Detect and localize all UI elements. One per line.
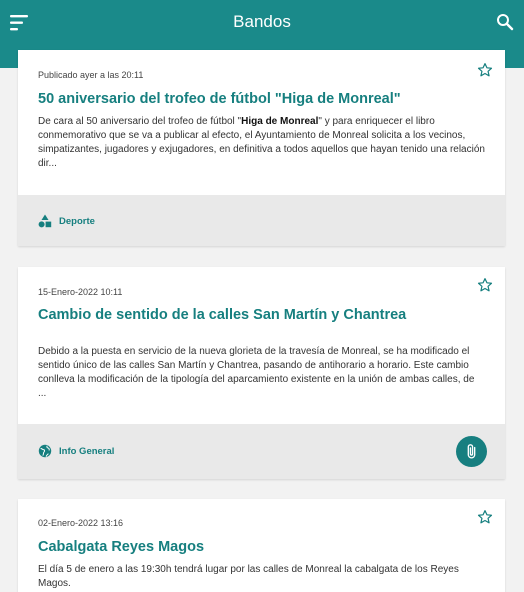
- category-label: Info General: [59, 445, 115, 457]
- star-icon[interactable]: [477, 509, 493, 525]
- card-body: El día 5 de enero a las 19:30h tendrá lu…: [38, 564, 459, 589]
- globe-icon: [38, 444, 52, 458]
- paperclip-icon: [467, 444, 476, 459]
- card-date: 02-Enero-2022 13:16: [38, 518, 124, 528]
- card-date: 15-Enero-2022 10:11: [38, 287, 123, 297]
- category-tag[interactable]: Info General: [38, 444, 114, 458]
- bando-card[interactable]: 15-Enero-2022 10:11 Cambio de sentido de…: [18, 267, 505, 479]
- card-body: Debido a la puesta en servicio de la nue…: [38, 346, 475, 399]
- attachment-button[interactable]: [456, 436, 487, 467]
- category-label: Deporte: [59, 215, 95, 227]
- shapes-icon: [38, 214, 52, 228]
- star-icon[interactable]: [477, 62, 493, 78]
- card-title[interactable]: 50 aniversario del trofeo de fútbol "Hig…: [38, 91, 485, 107]
- card-title[interactable]: Cambio de sentido de la calles San Martí…: [38, 307, 485, 323]
- search-icon[interactable]: [496, 13, 514, 31]
- bando-card[interactable]: 02-Enero-2022 13:16 Cabalgata Reyes Mago…: [18, 499, 505, 592]
- bando-card[interactable]: Publicado ayer a las 20:11 50 aniversari…: [18, 50, 505, 246]
- star-icon[interactable]: [477, 277, 493, 293]
- page-title: Bandos: [233, 12, 291, 31]
- category-tag[interactable]: Deporte: [38, 214, 95, 228]
- card-footer: Info General: [18, 424, 505, 479]
- card-body: De cara al 50 aniversario del trofeo de …: [38, 116, 485, 169]
- card-title[interactable]: Cabalgata Reyes Magos: [38, 539, 485, 555]
- card-date: Publicado ayer a las 20:11: [38, 70, 144, 80]
- card-footer: Deporte: [18, 195, 505, 246]
